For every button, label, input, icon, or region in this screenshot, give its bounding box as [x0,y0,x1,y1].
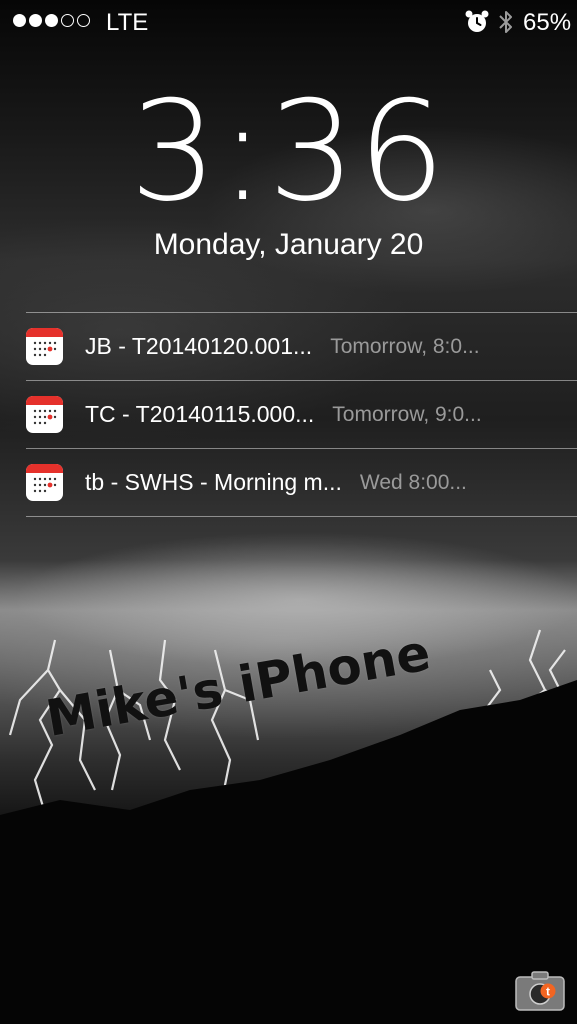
signal-dot-filled [13,14,26,27]
calendar-icon [26,396,63,433]
signal-strength-indicator [13,14,90,27]
camera-icon[interactable]: t [515,969,565,1011]
carrier-label: LTE [106,9,149,36]
battery-percentage: 65% [523,9,572,36]
calendar-icon [26,464,63,501]
alarm-clock-icon [465,10,489,32]
notification-list: JB - T20140120.001... Tomorrow, 8:0... T… [26,312,577,517]
lock-screen-date: Monday, January 20 [153,228,424,261]
notification-item[interactable]: TC - T20140115.000... Tomorrow, 9:0... [26,381,577,449]
notification-time: Tomorrow, 8:0... [330,334,480,358]
lock-screen-time: 3:36 [129,71,448,232]
notification-title: JB - T20140120.001... [85,333,313,359]
bluetooth-icon [499,11,512,33]
svg-text:t: t [546,985,550,999]
status-bar: LTE 65% [0,0,577,44]
notification-item[interactable]: JB - T20140120.001... Tomorrow, 8:0... [26,313,577,381]
calendar-icon [26,328,63,365]
notification-time: Tomorrow, 9:0... [332,402,482,426]
lock-screen: LTE 65% 3:36 Monday, January 20 JB - T20… [0,0,577,1024]
signal-dot-empty [61,14,74,27]
notification-time: Wed 8:00... [359,470,467,494]
notification-item[interactable]: tb - SWHS - Morning m... Wed 8:00... [26,449,577,517]
notification-title: TC - T20140115.000... [85,401,315,427]
signal-dot-filled [29,14,42,27]
signal-dot-empty [77,14,90,27]
signal-dot-filled [45,14,58,27]
notification-title: tb - SWHS - Morning m... [85,469,342,495]
